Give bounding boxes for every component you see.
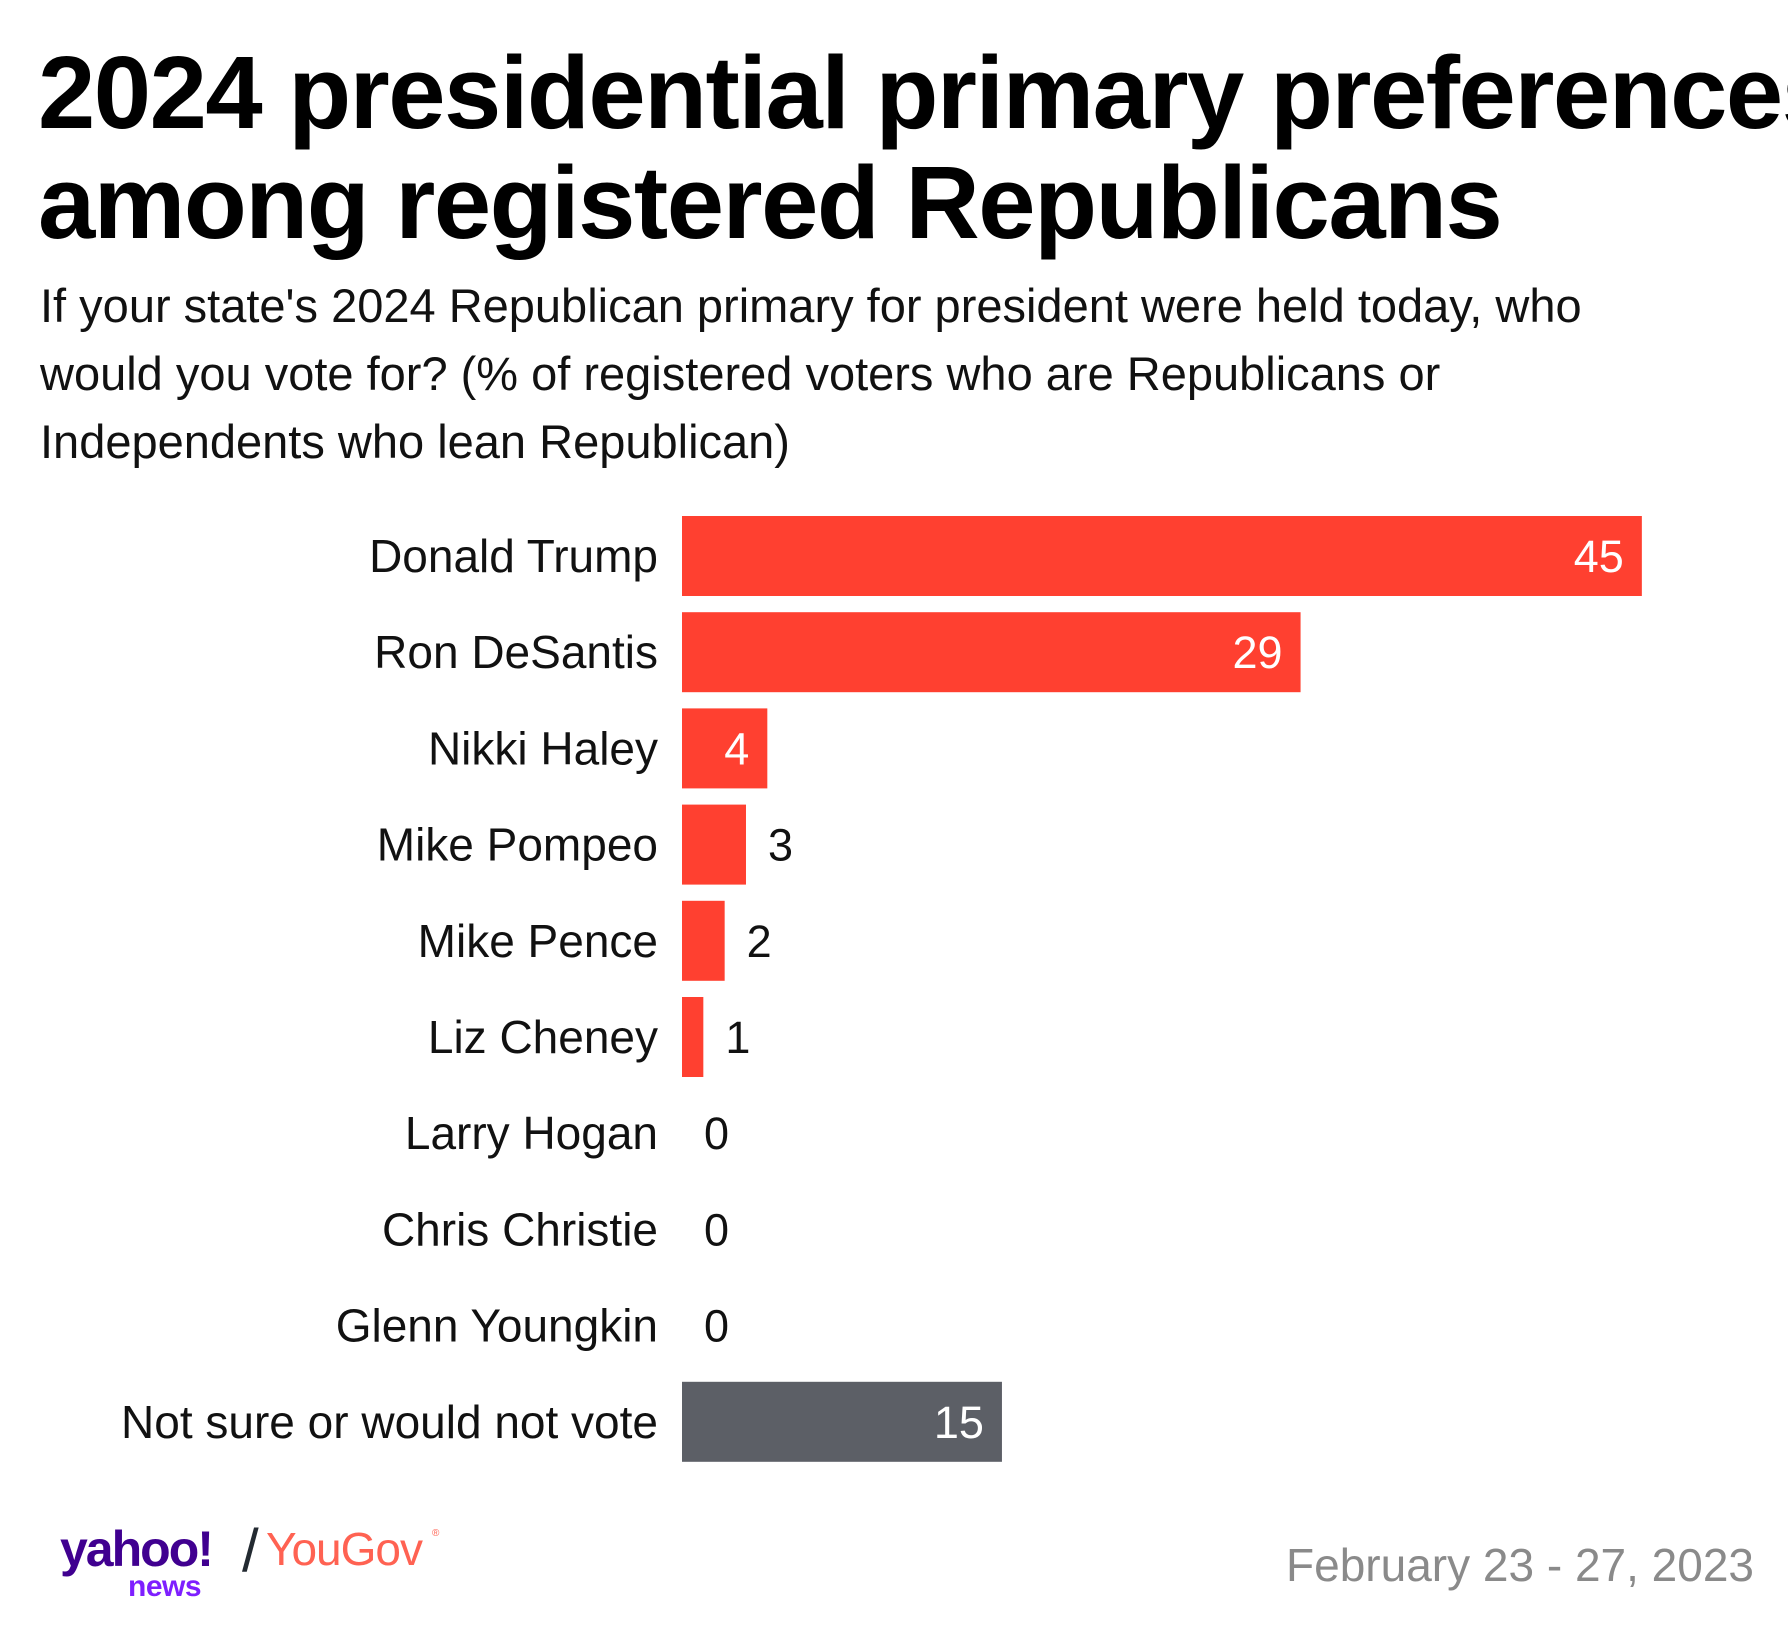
- category-label-chris-christie: Chris Christie: [382, 1203, 658, 1255]
- registered-mark-icon: ®: [432, 1528, 440, 1539]
- value-label-not-sure-or-would-not-vote: 15: [934, 1397, 984, 1448]
- category-label-mike-pence: Mike Pence: [418, 915, 658, 967]
- survey-date-range: February 23 - 27, 2023: [1286, 1539, 1754, 1591]
- category-label-liz-cheney: Liz Cheney: [428, 1011, 658, 1063]
- category-label-donald-trump: Donald Trump: [369, 530, 658, 582]
- category-label-larry-hogan: Larry Hogan: [405, 1107, 658, 1159]
- bars-group: Donald Trump 45 Ron DeSantis 29 Nikki Haley 4…: [121, 516, 1642, 1462]
- category-label-not-sure-or-would-not-vote: Not sure or would not vote: [121, 1396, 658, 1448]
- news-logo-text: news: [128, 1570, 202, 1603]
- bar-mike-pompeo: [682, 804, 746, 885]
- bar-donald-trump: [682, 516, 1642, 596]
- bar-chart: Donald Trump 45 Ron DeSantis 29 Nikki Haley 4…: [121, 516, 1642, 1462]
- yahoo-news-yougov-logo: yahoo! news / YouGov ®: [60, 1517, 480, 1610]
- value-label-glenn-youngkin: 0: [704, 1301, 729, 1352]
- value-label-larry-hogan: 0: [704, 1108, 729, 1159]
- logo-separator: /: [242, 1517, 259, 1584]
- value-label-liz-cheney: 1: [725, 1012, 750, 1063]
- bar-liz-cheney: [682, 997, 704, 1077]
- category-label-ron-desantis: Ron DeSantis: [374, 626, 658, 678]
- category-label-nikki-haley: Nikki Haley: [428, 722, 658, 774]
- value-label-mike-pence: 2: [747, 916, 772, 967]
- value-label-nikki-haley: 4: [724, 723, 749, 774]
- category-label-mike-pompeo: Mike Pompeo: [377, 819, 658, 871]
- value-label-donald-trump: 45: [1574, 531, 1624, 582]
- value-label-ron-desantis: 29: [1233, 627, 1283, 678]
- value-label-mike-pompeo: 3: [768, 820, 793, 871]
- yougov-logo-text: YouGov: [266, 1523, 423, 1575]
- category-label-glenn-youngkin: Glenn Youngkin: [336, 1300, 658, 1352]
- value-label-chris-christie: 0: [704, 1204, 729, 1255]
- bar-ron-desantis: [682, 612, 1301, 693]
- bar-mike-pence: [682, 900, 725, 981]
